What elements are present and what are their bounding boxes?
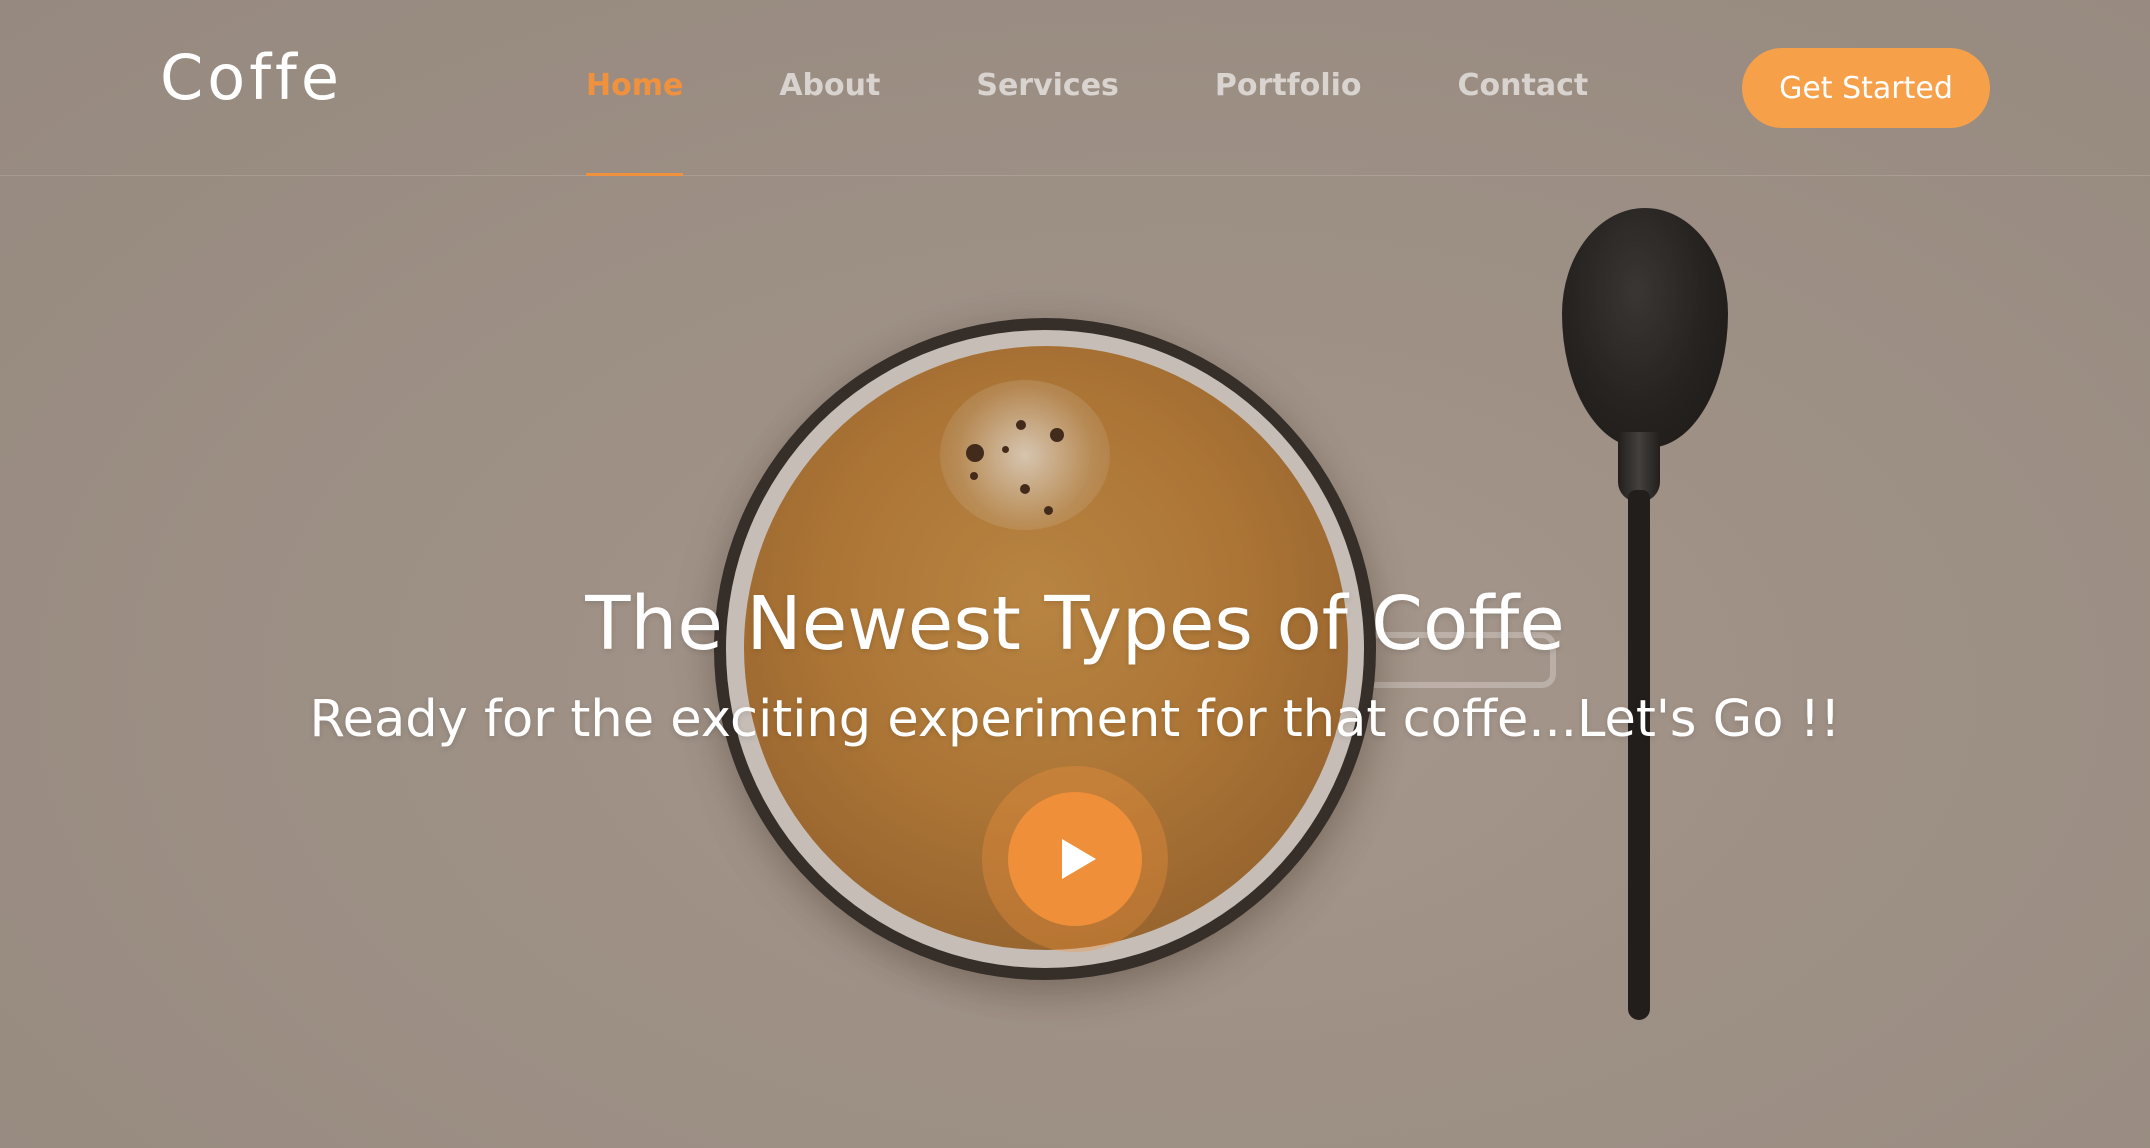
hero-subtitle: Ready for the exciting experiment for th… (309, 690, 1841, 749)
site-header: Coffe Home About Services Portfolio Cont… (0, 0, 2150, 176)
site-logo[interactable]: Coffe (160, 38, 343, 118)
hero-title: The Newest Types of Coffe (585, 581, 1565, 667)
main-nav: Home About Services Portfolio Contact (586, 0, 1684, 176)
nav-item-about[interactable]: About (779, 0, 880, 176)
nav-item-home[interactable]: Home (586, 0, 684, 176)
get-started-button[interactable]: Get Started (1742, 48, 1990, 128)
nav-item-contact[interactable]: Contact (1458, 0, 1589, 176)
nav-item-services[interactable]: Services (976, 0, 1119, 176)
hero-section: Coffe Home About Services Portfolio Cont… (0, 0, 2150, 1148)
play-icon (1052, 837, 1098, 881)
play-video-button[interactable] (1008, 792, 1142, 926)
nav-item-portfolio[interactable]: Portfolio (1215, 0, 1362, 176)
